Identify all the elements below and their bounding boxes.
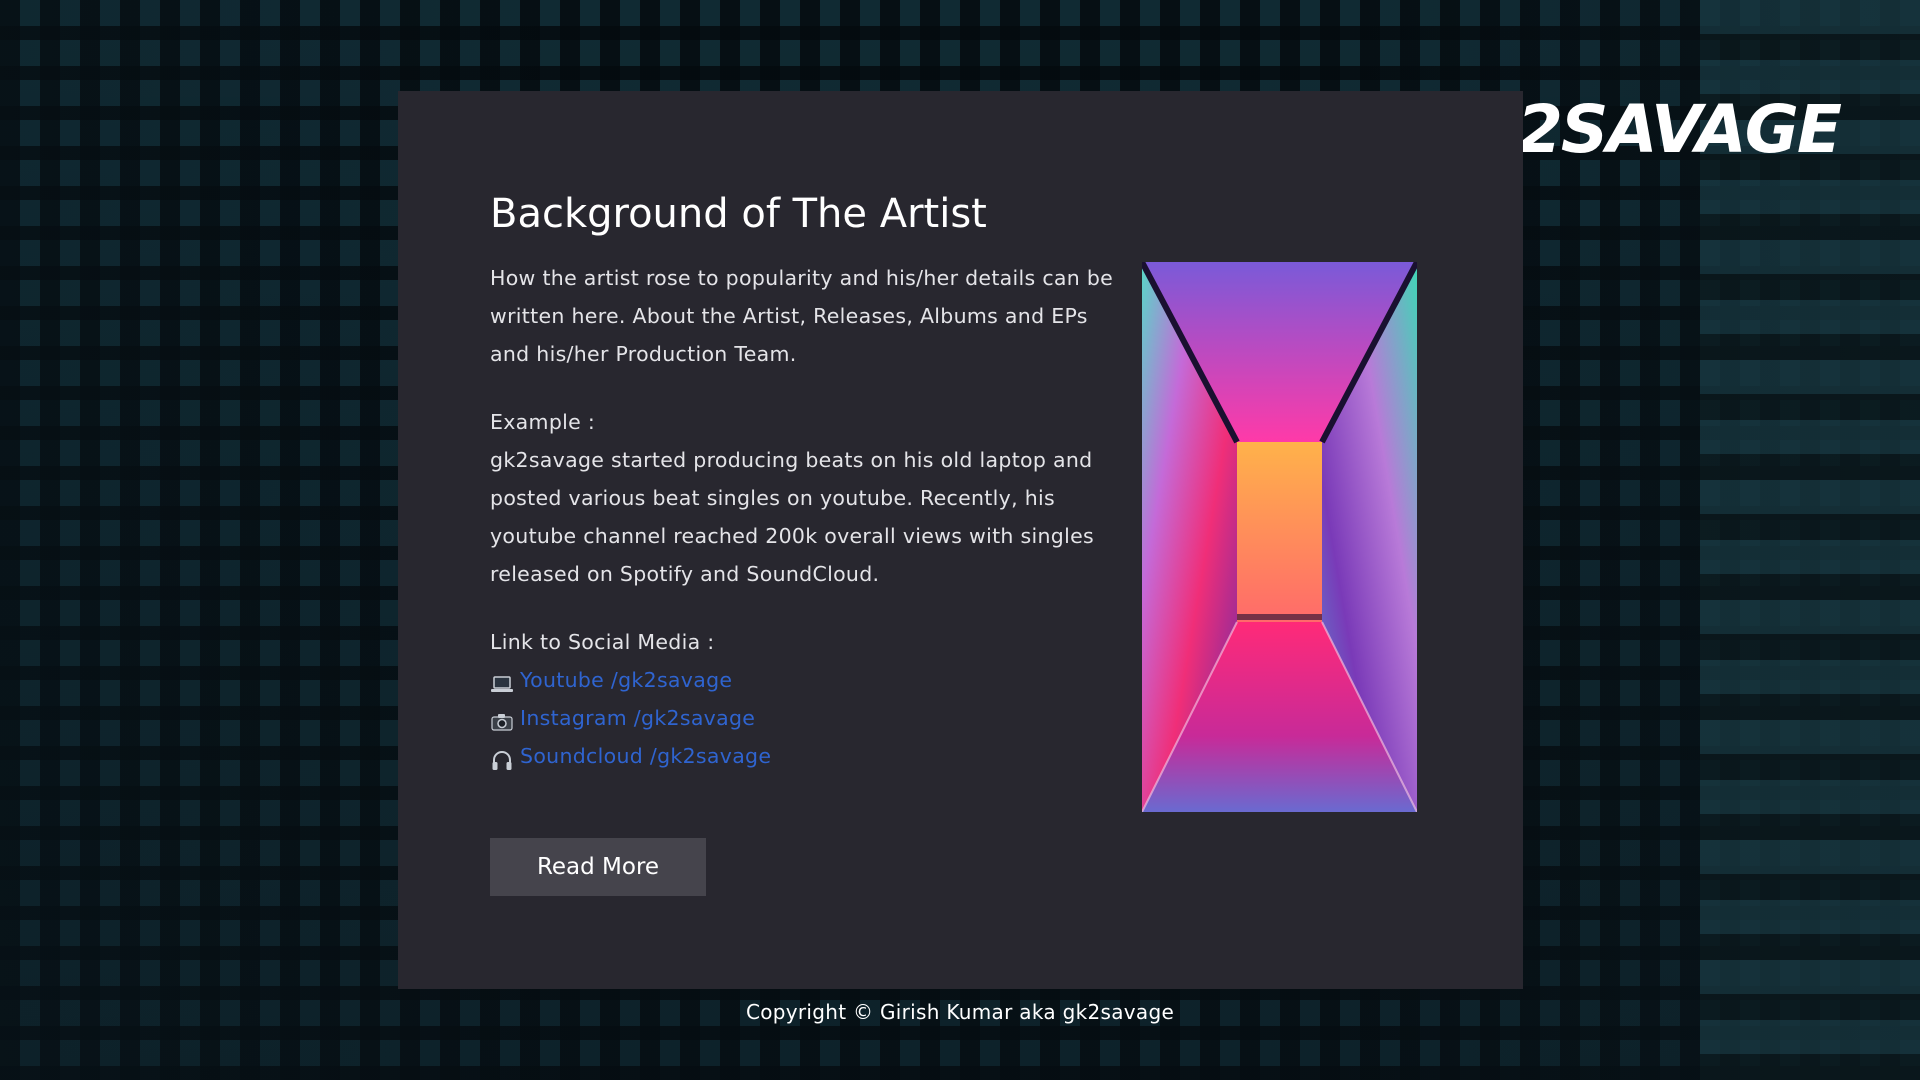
intro-paragraph: How the artist rose to popularity and hi… <box>490 259 1114 373</box>
youtube-link[interactable]: Youtube /gk2savage <box>520 661 732 699</box>
instagram-link[interactable]: Instagram /gk2savage <box>520 699 755 737</box>
example-label: Example : <box>490 410 596 434</box>
example-line: posted various beat singles on youtube. … <box>490 486 1055 510</box>
intro-line: written here. About the Artist, Releases… <box>490 304 1088 328</box>
soundcloud-link[interactable]: Soundcloud /gk2savage <box>520 737 771 775</box>
social-item-youtube: Youtube /gk2savage <box>490 661 1110 699</box>
footer-copyright: Copyright © Girish Kumar aka gk2savage <box>745 1000 1175 1024</box>
headphones-icon <box>490 745 514 770</box>
site-logo[interactable]: GK2SAVAGE <box>1500 90 1850 170</box>
intro-line: and his/her Production Team. <box>490 342 797 366</box>
example-paragraph: Example : gk2savage started producing be… <box>490 403 1110 593</box>
read-more-button[interactable]: Read More <box>490 838 706 896</box>
article-body: How the artist rose to popularity and hi… <box>490 259 1114 775</box>
page: GK2SAVAGE Background of The Artist How t… <box>0 0 1920 1080</box>
page-title: Background of The Artist <box>490 191 987 237</box>
artist-image <box>1142 262 1417 812</box>
example-line: youtube channel reached 200k overall vie… <box>490 524 1095 548</box>
social-item-instagram: Instagram /gk2savage <box>490 699 1110 737</box>
laptop-icon <box>490 669 514 692</box>
social-media-section: Link to Social Media : Youtube /gk2savag… <box>490 623 1110 775</box>
example-line: released on Spotify and SoundCloud. <box>490 562 880 586</box>
logo-text: GK2SAVAGE <box>1500 91 1842 168</box>
example-line: gk2savage started producing beats on his… <box>490 448 1093 472</box>
social-label: Link to Social Media : <box>490 630 715 654</box>
social-item-soundcloud: Soundcloud /gk2savage <box>490 737 1110 775</box>
intro-line: How the artist rose to popularity and hi… <box>490 266 1114 290</box>
artist-panel: Background of The Artist How the artist … <box>398 91 1523 989</box>
camera-icon <box>490 707 514 731</box>
